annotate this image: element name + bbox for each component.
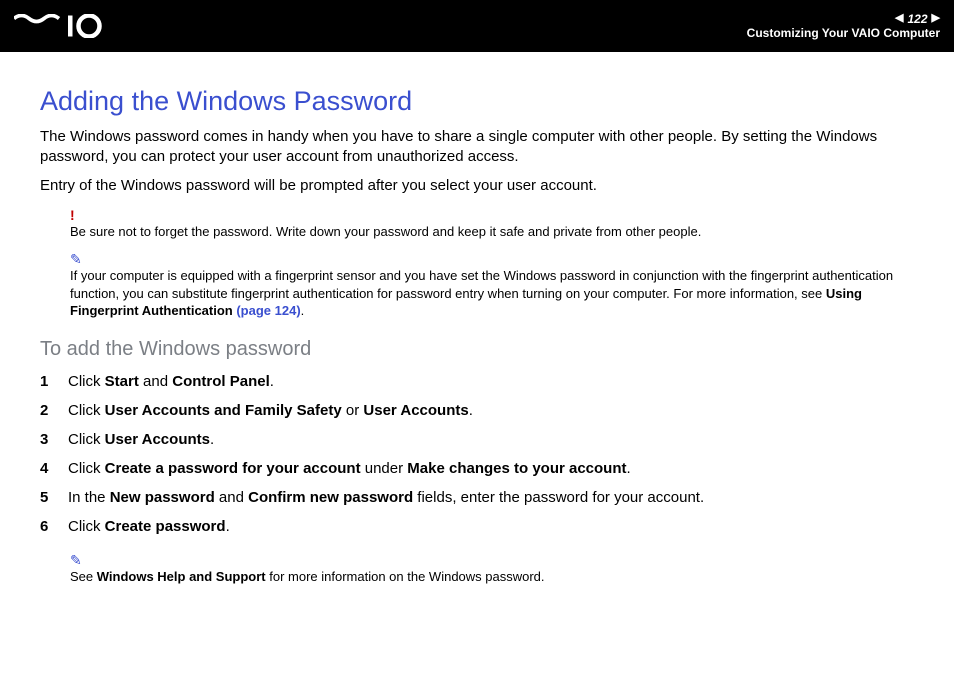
tip-2-text: See Windows Help and Support for more in… (70, 569, 545, 584)
page-nav: ◀ 122 ▶ Customizing Your VAIO Computer (747, 12, 940, 41)
step-1: Click Start and Control Panel. (40, 371, 914, 392)
step-6: Click Create password. (40, 516, 914, 537)
warning-text: Be sure not to forget the password. Writ… (70, 224, 701, 239)
tip-note-1: ✎ If your computer is equipped with a fi… (70, 250, 914, 320)
procedure-heading: To add the Windows password (40, 338, 914, 361)
page-number: 122 (908, 12, 928, 26)
step-4: Click Create a password for your account… (40, 458, 914, 479)
warning-note: ! Be sure not to forget the password. Wr… (70, 206, 914, 240)
page-number-row: ◀ 122 ▶ (895, 12, 940, 26)
page-title: Adding the Windows Password (40, 86, 914, 117)
tip-note-2: ✎ See Windows Help and Support for more … (70, 551, 914, 585)
warning-icon: ! (70, 206, 914, 225)
tip-1-a: If your computer is equipped with a fing… (70, 268, 893, 301)
step-3: Click User Accounts. (40, 429, 914, 450)
header-bar: ◀ 122 ▶ Customizing Your VAIO Computer (0, 0, 954, 52)
breadcrumb: Customizing Your VAIO Computer (747, 26, 940, 40)
intro-paragraph-1: The Windows password comes in handy when… (40, 127, 914, 168)
steps-list: Click Start and Control Panel. Click Use… (40, 371, 914, 537)
step-2: Click User Accounts and Family Safety or… (40, 400, 914, 421)
tip-1-text: If your computer is equipped with a fing… (70, 268, 893, 318)
vaio-logo-svg (14, 14, 134, 38)
page-124-link[interactable]: (page 124) (233, 303, 301, 318)
vaio-logo (14, 14, 134, 38)
page-content: Adding the Windows Password The Windows … (0, 52, 954, 585)
tip-1-tail: . (301, 303, 305, 318)
pencil-icon: ✎ (70, 250, 914, 269)
step-5: In the New password and Confirm new pass… (40, 487, 914, 508)
next-page-arrow-icon[interactable]: ▶ (932, 12, 940, 25)
pencil-icon: ✎ (70, 551, 914, 570)
prev-page-arrow-icon[interactable]: ◀ (895, 12, 903, 25)
intro-paragraph-2: Entry of the Windows password will be pr… (40, 176, 914, 196)
